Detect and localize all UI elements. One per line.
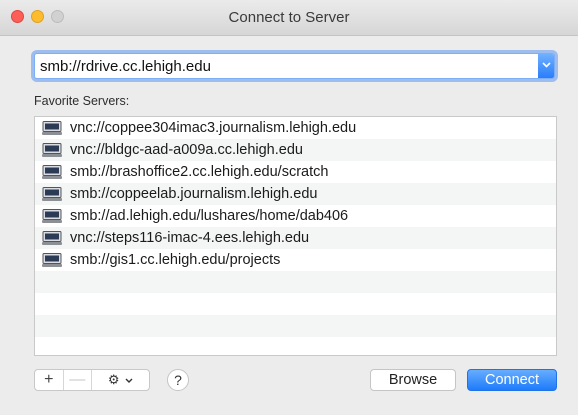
gear-icon: ⚙ (107, 372, 120, 387)
server-icon (42, 187, 62, 201)
server-icon (42, 253, 62, 267)
empty-row (35, 271, 556, 293)
title-bar: Connect to Server (0, 0, 578, 36)
favorite-servers-list[interactable]: vnc://coppee304imac3.journalism.lehigh.e… (34, 116, 557, 356)
chevron-down-icon (125, 378, 133, 384)
empty-row (35, 315, 556, 337)
list-item[interactable]: vnc://bldgc-aad-a009a.cc.lehigh.edu (35, 139, 556, 161)
list-item[interactable]: smb://ad.lehigh.edu/lushares/home/dab406 (35, 205, 556, 227)
list-item-label: vnc://bldgc-aad-a009a.cc.lehigh.edu (70, 142, 303, 158)
list-item-label: smb://ad.lehigh.edu/lushares/home/dab406 (70, 208, 349, 224)
list-item[interactable]: vnc://coppee304imac3.journalism.lehigh.e… (35, 117, 556, 139)
connect-button[interactable]: Connect (467, 369, 557, 391)
list-item[interactable]: vnc://steps116-imac-4.ees.lehigh.edu (35, 227, 556, 249)
list-item-label: vnc://coppee304imac3.journalism.lehigh.e… (70, 120, 357, 136)
server-address-field[interactable]: smb://rdrive.cc.lehigh.edu (34, 53, 555, 79)
window-title: Connect to Server (228, 9, 350, 26)
empty-row (35, 337, 556, 355)
server-icon (42, 165, 62, 179)
list-item-label: smb://coppeelab.journalism.lehigh.edu (70, 186, 318, 202)
empty-row (35, 293, 556, 315)
list-item[interactable]: smb://coppeelab.journalism.lehigh.edu (35, 183, 556, 205)
remove-favorite-button[interactable]: — (64, 370, 93, 390)
server-icon (42, 121, 62, 135)
list-item-label: smb://gis1.cc.lehigh.edu/projects (70, 252, 281, 268)
list-item-label: smb://brashoffice2.cc.lehigh.edu/scratch (70, 164, 329, 180)
favorites-edit-controls: + — ⚙ (34, 369, 150, 391)
list-item[interactable]: smb://brashoffice2.cc.lehigh.edu/scratch (35, 161, 556, 183)
help-button[interactable]: ? (167, 369, 189, 391)
chevron-down-icon (541, 62, 551, 68)
add-favorite-button[interactable]: + (35, 370, 64, 390)
list-item-label: vnc://steps116-imac-4.ees.lehigh.edu (70, 230, 310, 246)
action-menu-button[interactable]: ⚙ (92, 370, 149, 390)
server-icon (42, 143, 62, 157)
server-icon (42, 209, 62, 223)
list-item[interactable]: smb://gis1.cc.lehigh.edu/projects (35, 249, 556, 271)
favorite-servers-label: Favorite Servers: (34, 94, 130, 108)
server-address-value[interactable]: smb://rdrive.cc.lehigh.edu (40, 58, 211, 75)
browse-button[interactable]: Browse (370, 369, 456, 391)
server-icon (42, 231, 62, 245)
recent-servers-dropdown-button[interactable] (538, 54, 554, 78)
